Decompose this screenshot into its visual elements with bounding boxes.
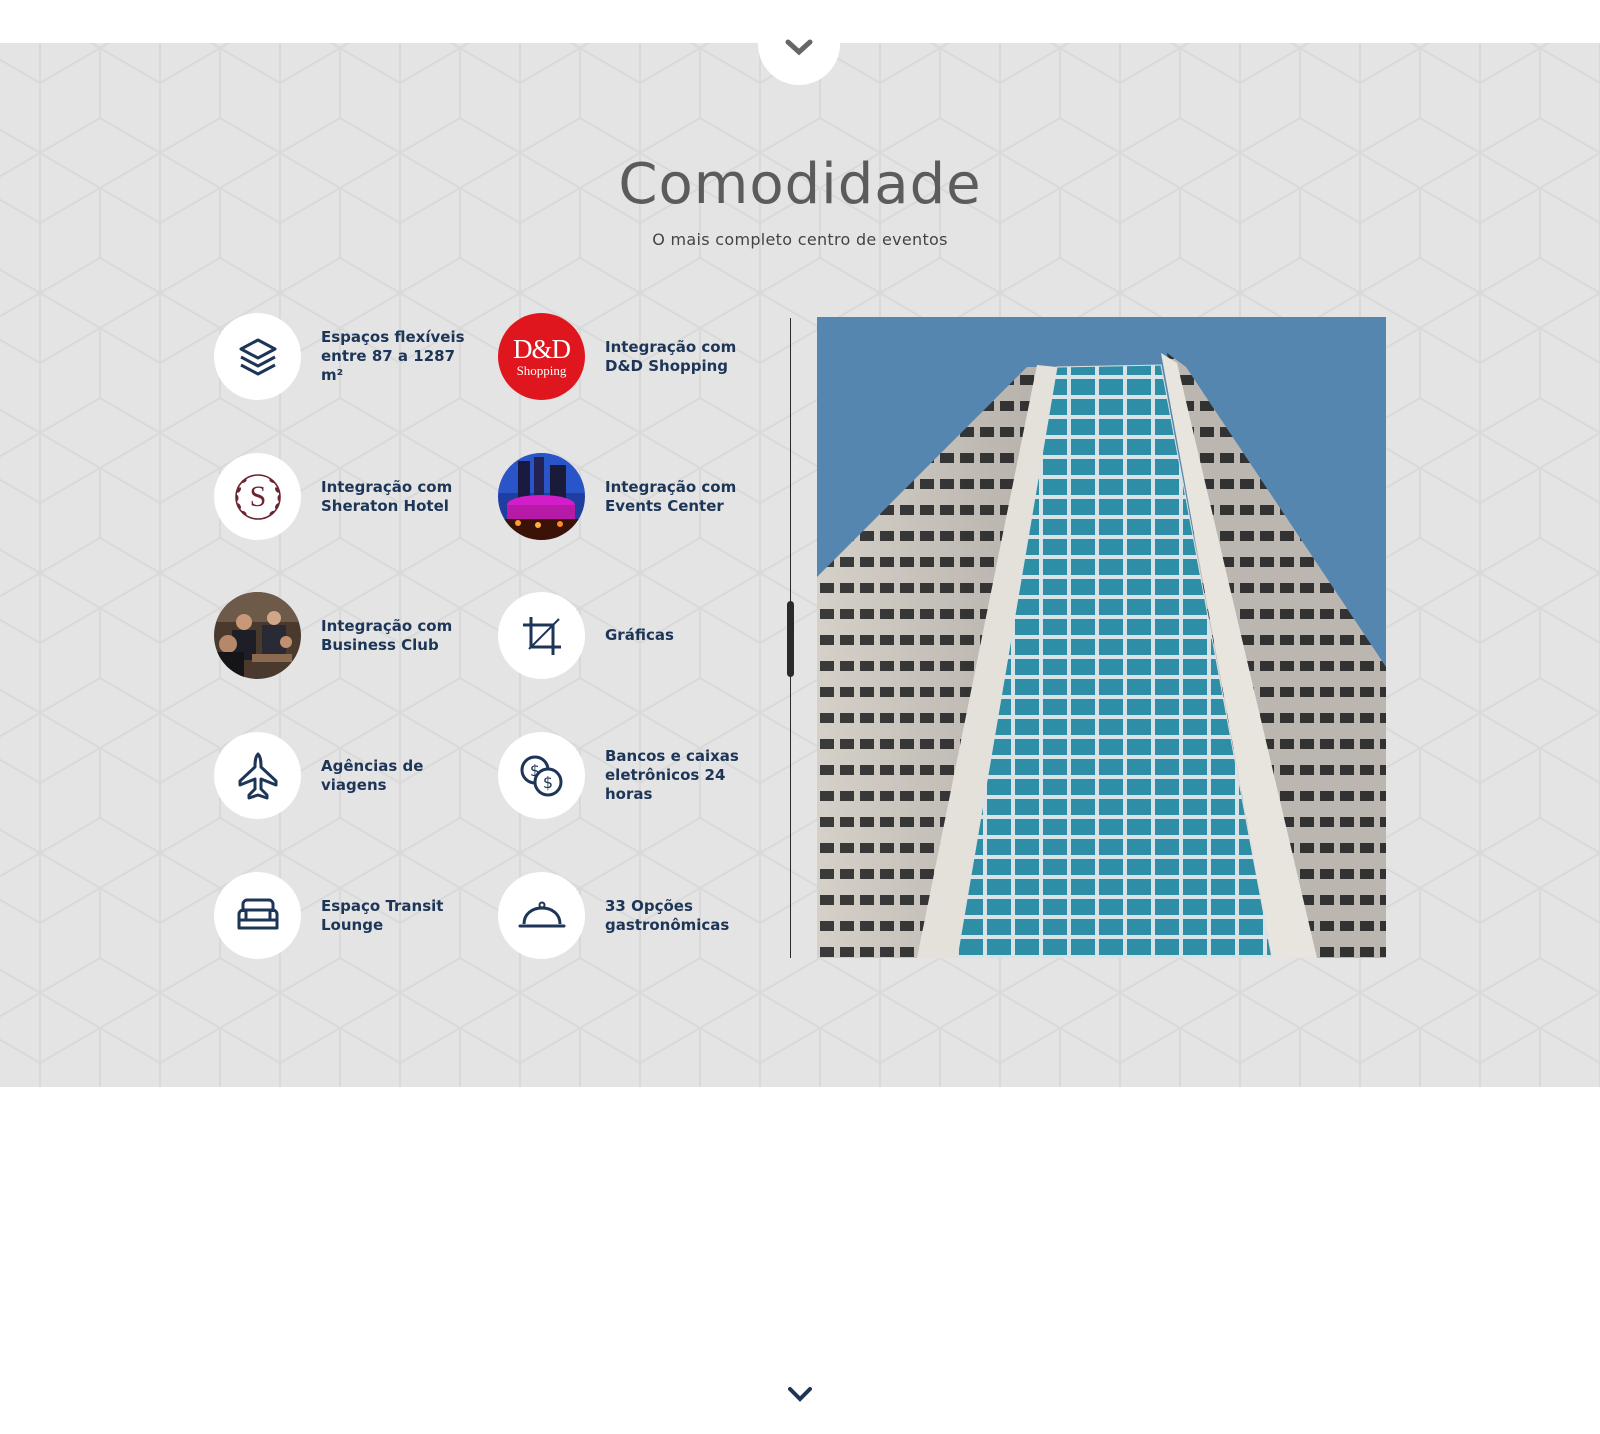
- feature-icon-circle: [214, 732, 301, 819]
- feature-flexible-spaces: Espaços flexíveis entre 87 a 1287 m²: [214, 313, 481, 400]
- svg-text:$: $: [529, 761, 539, 780]
- feature-label: 33 Opções gastronômicas: [605, 896, 730, 934]
- airplane-icon: [238, 752, 277, 799]
- food-cloche-icon: [518, 901, 565, 927]
- feature-label: Gráficas: [605, 626, 674, 644]
- feature-icon-circle: $ $: [498, 732, 585, 819]
- dd-shopping-logo: D&D Shopping: [498, 313, 585, 400]
- feature-business-club: Integração com Business Club: [214, 592, 481, 679]
- feature-icon-circle: [214, 313, 301, 400]
- business-club-photo: [214, 592, 301, 679]
- feature-travel-agencies: Agências de viagens: [214, 732, 481, 819]
- scroll-down-button[interactable]: [786, 1385, 814, 1405]
- feature-label: Integração com Sheraton Hotel: [321, 477, 453, 515]
- svg-text:S: S: [249, 480, 266, 513]
- feature-label: Integração com Business Club: [321, 616, 453, 654]
- events-center-photo: [498, 453, 585, 540]
- chevron-down-icon: [785, 39, 813, 56]
- section-subtitle: O mais completo centro de eventos: [652, 230, 948, 249]
- feature-icon-circle: [498, 872, 585, 959]
- feature-icon-circle: [498, 592, 585, 679]
- feature-events-center: Integração com Events Center: [498, 453, 765, 540]
- feature-graficas: Gráficas: [498, 592, 765, 679]
- feature-label: Espaços flexíveis entre 87 a 1287 m²: [321, 328, 465, 384]
- feature-banks: $ $ Bancos e caixas eletrônicos 24 horas: [498, 732, 775, 819]
- scroll-up-button[interactable]: [758, 3, 840, 85]
- building-photo: [817, 317, 1386, 958]
- sheraton-logo: S: [214, 453, 301, 540]
- sofa-icon: [237, 898, 278, 929]
- feature-sheraton: S Integração com Sheraton Hotel: [214, 453, 481, 540]
- chevron-down-icon: [788, 1387, 812, 1402]
- feature-label: Bancos e caixas eletrônicos 24 horas: [605, 747, 739, 803]
- coins-icon: $ $: [520, 755, 562, 796]
- svg-text:$: $: [542, 773, 552, 792]
- feature-food-options: 33 Opções gastronômicas: [498, 872, 765, 959]
- feature-dd-shopping: D&D Shopping Integração com D&D Shopping: [498, 313, 765, 400]
- scroll-thumb[interactable]: [787, 601, 794, 677]
- feature-label: Espaço Transit Lounge: [321, 896, 444, 934]
- crop-icon: [522, 616, 561, 655]
- section-title: Comodidade: [618, 152, 982, 217]
- feature-transit-lounge: Espaço Transit Lounge: [214, 872, 481, 959]
- feature-label: Integração com Events Center: [605, 477, 737, 515]
- layers-icon: [239, 338, 276, 375]
- feature-label: Integração com D&D Shopping: [605, 337, 737, 375]
- feature-label: Agências de viagens: [321, 756, 424, 794]
- feature-icon-circle: [214, 872, 301, 959]
